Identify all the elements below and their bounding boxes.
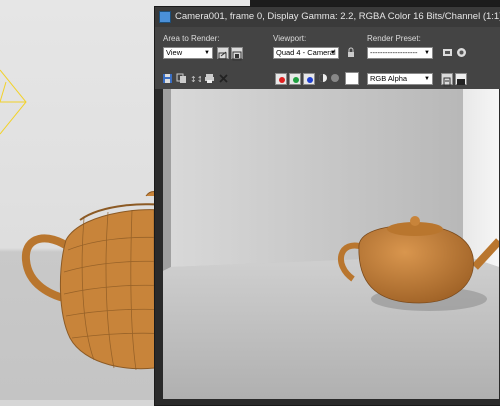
svg-text:↕↕: ↕↕ — [190, 75, 201, 84]
render-preset-value: ------------------- — [370, 48, 418, 57]
channel-display-value: RGB Alpha — [370, 74, 408, 83]
clear-icon[interactable] — [217, 73, 229, 85]
edit-region-button[interactable] — [217, 47, 229, 60]
alpha-channel-icon[interactable] — [317, 73, 329, 85]
blue-channel-toggle[interactable] — [303, 73, 315, 85]
chevron-down-icon: ▼ — [424, 50, 430, 56]
toggle-toolbar-button[interactable] — [441, 73, 453, 87]
rendered-frame-window[interactable]: Camera001, frame 0, Display Gamma: 2.2, … — [154, 6, 500, 406]
save-icon[interactable] — [161, 73, 173, 85]
monochrome-icon[interactable] — [329, 73, 341, 85]
area-to-render-select[interactable]: View ▼ — [163, 47, 213, 59]
edit-region-icon — [218, 51, 227, 60]
color-swatch[interactable] — [345, 72, 359, 85]
viewport-value: Quad 4 - Cameral — [276, 48, 336, 57]
render-preset-label: Render Preset: — [367, 34, 421, 43]
display-window-icon — [457, 79, 465, 85]
red-channel-icon — [279, 77, 285, 83]
area-to-render-label: Area to Render: — [163, 34, 220, 43]
window-titlebar[interactable]: Camera001, frame 0, Display Gamma: 2.2, … — [155, 7, 500, 27]
render-icon[interactable] — [455, 47, 467, 59]
green-channel-icon — [293, 77, 299, 83]
render-preset-select[interactable]: ------------------- ▼ — [367, 47, 433, 59]
window-title: Camera001, frame 0, Display Gamma: 2.2, … — [175, 11, 500, 22]
render-scene — [163, 89, 499, 399]
clone-icon[interactable]: ↕↕ — [189, 73, 203, 85]
red-channel-toggle[interactable] — [275, 73, 287, 85]
auto-region-button[interactable] — [231, 47, 243, 61]
render-setup-icon[interactable] — [441, 47, 453, 59]
area-to-render-value: View — [166, 48, 183, 57]
app-icon — [159, 11, 171, 23]
viewport-label: Viewport: — [273, 34, 307, 43]
blue-channel-icon — [307, 77, 313, 83]
chevron-down-icon: ▼ — [330, 50, 336, 56]
render-toolbar: Area to Render: View ▼ Viewport: Quad 4 … — [155, 27, 500, 89]
auto-region-icon — [232, 51, 242, 61]
toolbar-icon — [443, 77, 451, 87]
print-icon[interactable] — [203, 73, 215, 85]
lock-icon[interactable] — [345, 47, 357, 59]
display-window-button[interactable] — [455, 73, 467, 85]
chevron-down-icon: ▼ — [204, 50, 210, 56]
background-teapot[interactable] — [18, 188, 168, 378]
green-channel-toggle[interactable] — [289, 73, 301, 85]
copy-icon[interactable] — [175, 73, 187, 85]
viewport-select[interactable]: Quad 4 - Cameral ▼ — [273, 47, 339, 59]
chevron-down-icon: ▼ — [424, 76, 430, 82]
rendered-image[interactable] — [163, 89, 499, 399]
light-gizmo-icon[interactable] — [0, 60, 40, 150]
channel-display-select[interactable]: RGB Alpha ▼ — [367, 73, 433, 85]
